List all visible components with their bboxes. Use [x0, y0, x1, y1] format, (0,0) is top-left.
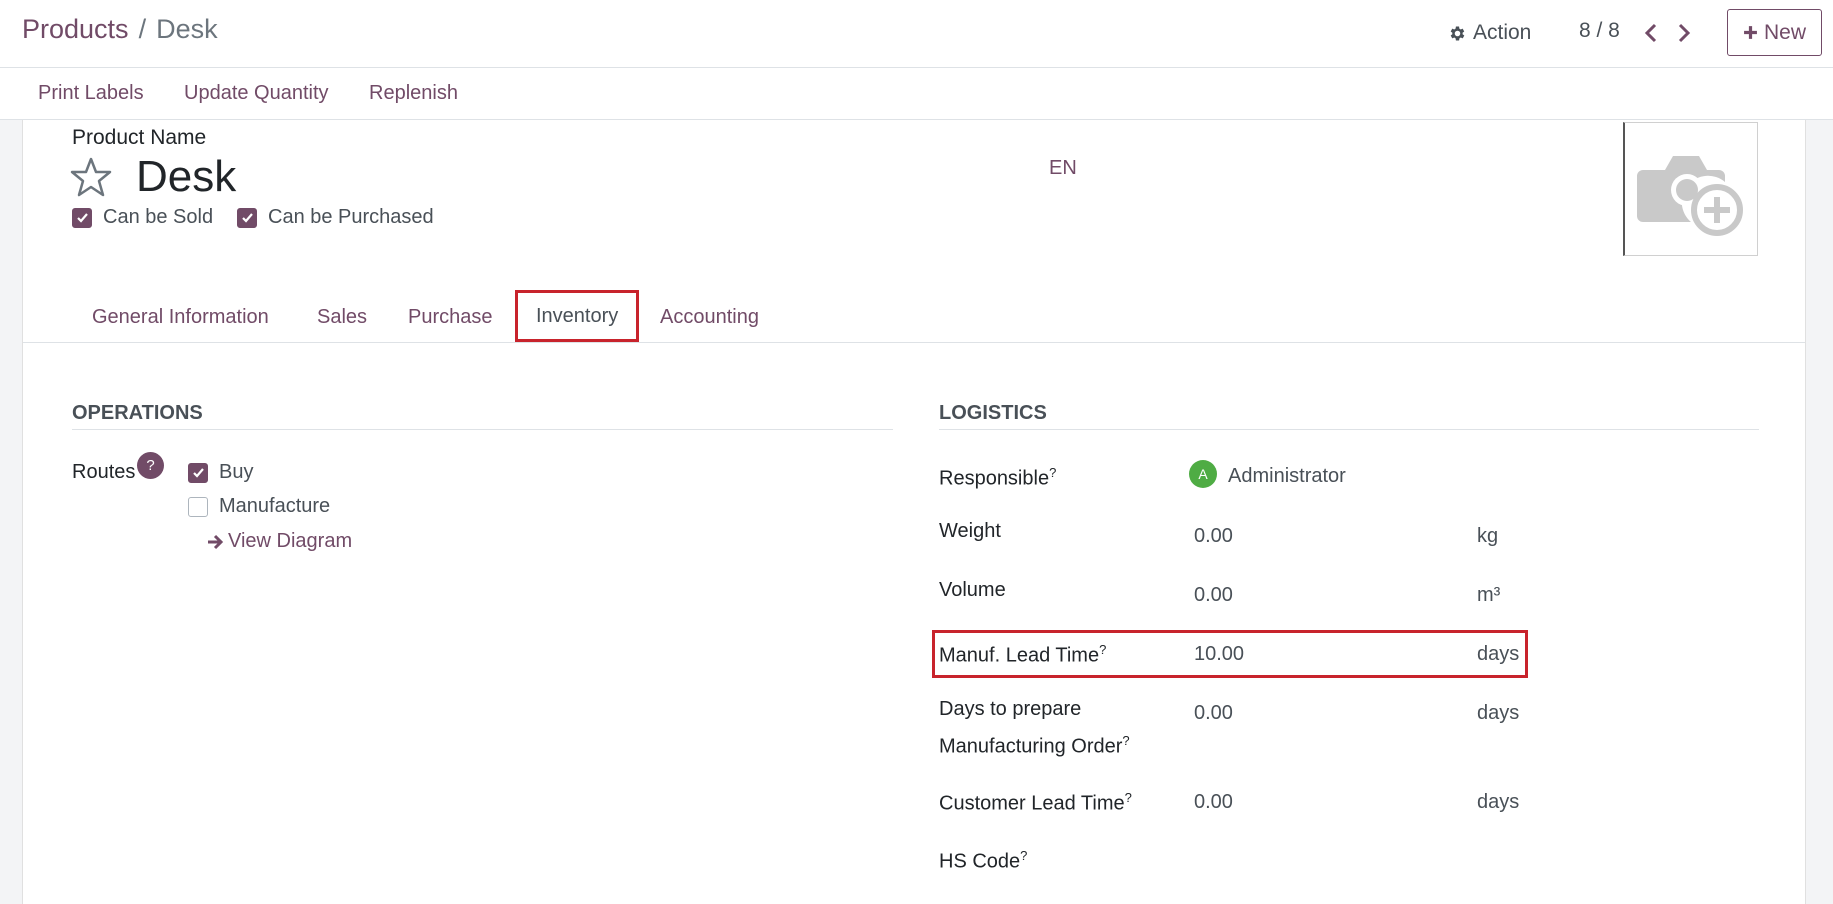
tab-inventory-label: Inventory [536, 304, 619, 327]
manuf-lead-time-unit: days [1477, 643, 1520, 665]
product-name-field[interactable]: Desk [136, 152, 236, 202]
view-diagram-label: View Diagram [228, 530, 353, 552]
responsible-label: Responsible? [939, 457, 1056, 495]
route-buy-option: Buy [188, 461, 253, 484]
gear-icon [1450, 26, 1465, 40]
hs-code-label-text: HS Code [939, 850, 1021, 873]
update-quantity-button[interactable]: Update Quantity [184, 82, 329, 105]
breadcrumb-products-link[interactable]: Products [22, 14, 129, 44]
manuf-lead-time-field[interactable]: 10.00 [1194, 643, 1244, 666]
pager-next-button[interactable] [1670, 18, 1698, 48]
chevron-left-icon [1644, 23, 1657, 43]
customer-lead-time-label: Customer Lead Time? [939, 782, 1132, 820]
arrow-right-icon [208, 534, 224, 549]
new-button[interactable]: New [1727, 9, 1822, 56]
responsible-label-text: Responsible [939, 467, 1050, 490]
route-manufacture-checkbox[interactable] [188, 496, 208, 517]
weight-field[interactable]: 0.00 [1194, 525, 1233, 548]
product-name-label: Product Name [72, 126, 207, 149]
can-be-purchased-option: Can be Purchased [237, 206, 434, 229]
hs-code-field[interactable] [1194, 840, 1494, 870]
customer-lead-time-field[interactable]: 0.00 [1194, 791, 1233, 814]
tabs-divider [23, 342, 1805, 343]
camera-plus-icon [1637, 156, 1743, 236]
check-icon [76, 213, 88, 223]
customer-lead-time-unit: days [1477, 791, 1520, 813]
breadcrumb-current: Desk [156, 14, 218, 44]
chevron-right-icon [1678, 23, 1691, 43]
can-be-sold-label: Can be Sold [103, 206, 214, 228]
days-to-prepare-label-line2: Manufacturing Order? [939, 725, 1130, 763]
route-manufacture-option: Manufacture [188, 495, 330, 518]
hs-code-label: HS Code? [939, 840, 1027, 878]
routes-label: Routes [72, 461, 136, 483]
customer-lead-time-help[interactable]: ? [1125, 790, 1132, 805]
form-sheet: Product Name Desk EN Can be Sold Can be … [22, 120, 1806, 904]
manuf-lead-time-label-text: Manuf. Lead Time [939, 644, 1100, 667]
action-label: Action [1473, 21, 1532, 44]
breadcrumb: Products / Desk [22, 14, 218, 45]
weight-unit: kg [1477, 525, 1499, 547]
route-manufacture-label: Manufacture [219, 495, 331, 517]
route-buy-checkbox[interactable] [188, 462, 208, 483]
status-button-bar: Print Labels Update Quantity Replenish [0, 68, 1833, 120]
manuf-lead-time-help[interactable]: ? [1099, 642, 1106, 657]
operations-section-title: OPERATIONS [72, 402, 203, 424]
avatar: A [1189, 460, 1217, 488]
volume-field[interactable]: 0.00 [1194, 584, 1233, 607]
control-panel: Products / Desk Action 8 / 8 New [0, 0, 1833, 68]
language-button[interactable]: EN [1049, 157, 1077, 180]
days-to-prepare-label: Days to prepare Manufacturing Order? [939, 694, 1130, 763]
view-diagram-link[interactable]: View Diagram [206, 530, 352, 553]
weight-label: Weight [939, 520, 1001, 542]
operations-divider [72, 429, 893, 430]
routes-help-icon[interactable]: ? [137, 452, 164, 479]
check-icon [241, 213, 253, 223]
print-labels-button[interactable]: Print Labels [38, 82, 144, 105]
breadcrumb-separator: / [138, 14, 147, 44]
days-to-prepare-label-line1: Days to prepare [939, 698, 1082, 720]
can-be-sold-option: Can be Sold [72, 206, 213, 229]
hs-code-help[interactable]: ? [1020, 848, 1027, 863]
days-to-prepare-field[interactable]: 0.00 [1194, 702, 1233, 725]
tab-inventory[interactable]: Inventory [515, 290, 640, 342]
volume-label: Volume [939, 579, 1006, 601]
days-to-prepare-label-text: Manufacturing Order [939, 735, 1123, 758]
product-image-upload[interactable] [1623, 122, 1758, 256]
can-be-sold-checkbox[interactable] [72, 207, 92, 228]
plus-icon [1744, 26, 1757, 39]
tab-sales[interactable]: Sales [317, 306, 367, 329]
responsible-field[interactable]: Administrator [1228, 465, 1346, 488]
star-icon[interactable] [70, 156, 112, 198]
logistics-divider [939, 429, 1759, 430]
can-be-purchased-checkbox[interactable] [237, 207, 257, 228]
responsible-help[interactable]: ? [1049, 465, 1056, 480]
check-icon [192, 468, 204, 478]
manuf-lead-time-label: Manuf. Lead Time? [939, 634, 1106, 672]
days-to-prepare-unit: days [1477, 702, 1520, 724]
tab-purchase[interactable]: Purchase [408, 306, 493, 329]
can-be-purchased-label: Can be Purchased [268, 206, 434, 228]
pager-value[interactable]: 8 / 8 [1579, 19, 1620, 43]
days-to-prepare-help[interactable]: ? [1122, 733, 1129, 748]
tab-general-information[interactable]: General Information [92, 306, 269, 329]
route-buy-label: Buy [219, 461, 254, 483]
pager-previous-button[interactable] [1637, 18, 1665, 48]
action-menu-button[interactable]: Action [1448, 18, 1531, 48]
new-label: New [1763, 20, 1806, 44]
logistics-section-title: LOGISTICS [939, 402, 1047, 424]
customer-lead-time-label-text: Customer Lead Time [939, 792, 1125, 815]
volume-unit: m³ [1477, 584, 1501, 606]
tab-accounting[interactable]: Accounting [660, 306, 759, 329]
replenish-button[interactable]: Replenish [369, 82, 458, 105]
